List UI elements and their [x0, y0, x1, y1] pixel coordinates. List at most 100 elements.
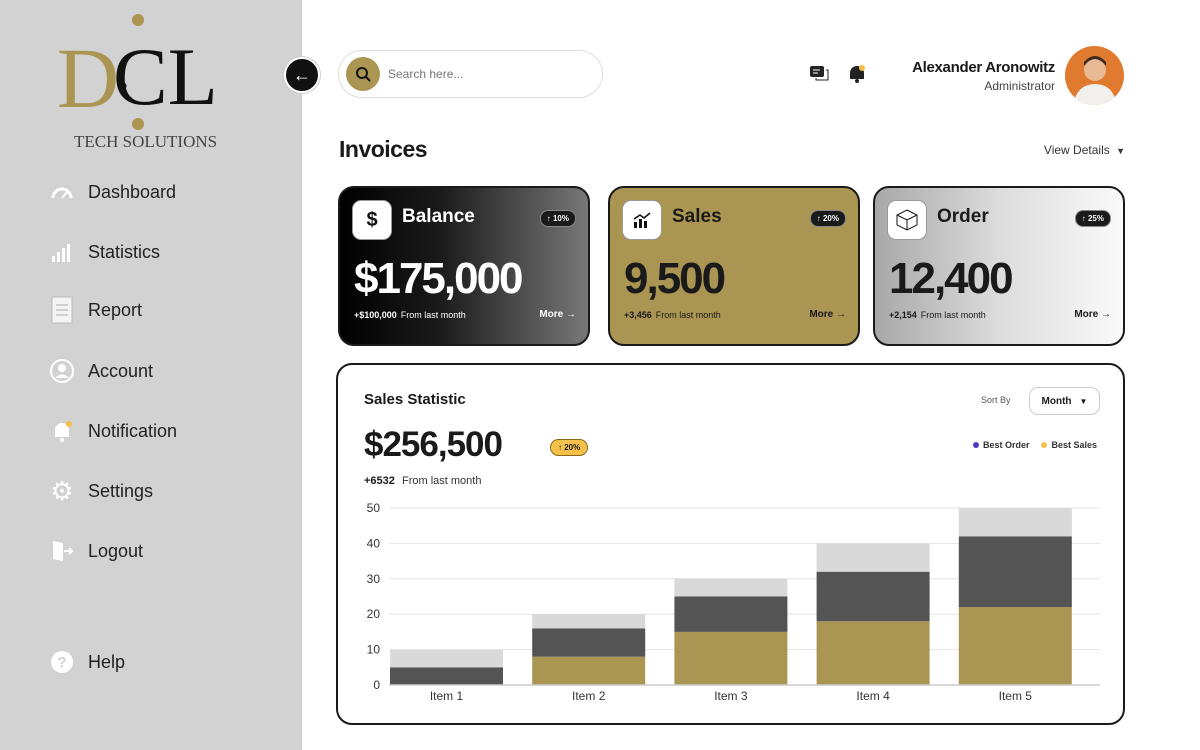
delta-value: +3,456 — [624, 310, 652, 320]
growth-badge: ↑ 20% — [809, 210, 846, 227]
sidebar-item-label: Logout — [88, 540, 144, 561]
more-label: More — [809, 309, 834, 320]
card-title: Sales — [672, 206, 722, 227]
arrow-right-icon: → — [566, 309, 576, 320]
sidebar-item-dashboard[interactable]: Dashboard — [50, 180, 176, 204]
sidebar-item-report[interactable]: Report — [50, 296, 143, 324]
sidebar-item-label: Settings — [88, 480, 154, 501]
sidebar-item-label: Statistics — [88, 241, 161, 262]
x-tick-label: Item 2 — [572, 689, 606, 703]
messages-icon[interactable] — [809, 65, 829, 88]
sidebar-item-notification[interactable]: Notification — [50, 419, 177, 443]
sidebar-item-label: Notification — [88, 420, 178, 441]
sidebar-item-label: Help — [88, 651, 126, 672]
bar-segment — [390, 667, 503, 685]
logo: D CL — [55, 12, 218, 132]
card-value: 12,400 — [889, 254, 1014, 303]
x-tick-label: Item 3 — [714, 689, 748, 703]
user-role: Administrator — [984, 79, 1055, 93]
bar-segment — [958, 607, 1072, 685]
bar-segment — [674, 631, 788, 685]
bar-chart-icon — [50, 240, 74, 264]
bar-segment — [674, 578, 788, 597]
sales-card: Sales ↑ 20% 9,500 +3,456 From last month … — [608, 186, 860, 346]
y-tick-label: 50 — [367, 501, 381, 515]
x-tick-label: Item 4 — [856, 689, 890, 703]
card-value: $175,000 — [354, 254, 524, 303]
badge-value: 20% — [822, 214, 839, 223]
bar-segment — [674, 596, 788, 632]
logo-tagline: TECH SOLUTIONS — [74, 132, 218, 151]
sidebar-item-label: Account — [88, 360, 154, 381]
svg-text:CL: CL — [113, 31, 215, 122]
y-tick-label: 30 — [367, 572, 381, 586]
sidebar-item-label: Dashboard — [88, 181, 177, 202]
collapse-sidebar-button[interactable]: ← — [284, 57, 320, 93]
bar-segment — [816, 571, 930, 622]
more-link[interactable]: More → — [539, 309, 576, 320]
notification-bell-icon[interactable] — [848, 64, 866, 89]
bar-segment — [390, 649, 503, 668]
page-title: Invoices — [339, 136, 428, 162]
svg-text:D: D — [57, 30, 119, 126]
growth-chart-icon — [622, 200, 662, 240]
more-link[interactable]: More → — [1074, 309, 1111, 320]
badge-value: 25% — [1087, 214, 1104, 223]
sidebar-item-settings[interactable]: ⚙ Settings — [50, 475, 154, 506]
arrow-right-icon: → — [836, 309, 846, 320]
stacked-bar-chart: 0 10 20 30 40 50 Item 1 Item 2 Item 3 Item 4 Item … — [367, 501, 1100, 703]
svg-text:?: ? — [57, 654, 66, 671]
sidebar: D CL TECH SOLUTIONS Dashboard Statistics… — [0, 0, 302, 750]
sales-statistic-panel: Sales Statistic Sort By Month ▼ $256,500 … — [336, 363, 1125, 725]
search-icon — [346, 57, 380, 91]
gauge-icon — [50, 180, 74, 204]
bar-segment — [816, 621, 930, 685]
question-icon: ? — [50, 650, 74, 674]
search-input[interactable] — [388, 67, 588, 81]
card-delta: +2,154 From last month — [889, 310, 986, 320]
view-details-dropdown[interactable]: View Details ▼ — [1044, 143, 1125, 157]
bar-segment — [958, 508, 1072, 537]
card-title: Balance — [402, 206, 475, 227]
card-value: 9,500 — [624, 254, 726, 303]
y-tick-label: 20 — [367, 607, 381, 621]
card-title: Order — [937, 206, 989, 227]
arrow-right-icon: → — [1101, 309, 1111, 320]
y-tick-label: 10 — [367, 643, 381, 657]
order-card: Order ↑ 25% 12,400 +2,154 From last month… — [873, 186, 1125, 346]
growth-badge: ↑ 10% — [539, 210, 576, 227]
sidebar-item-account[interactable]: Account — [50, 359, 153, 383]
more-link[interactable]: More → — [809, 309, 846, 320]
card-delta: +3,456 From last month — [624, 310, 721, 320]
sidebar-item-logout[interactable]: Logout — [50, 539, 143, 563]
dollar-icon: $ — [352, 200, 392, 240]
growth-badge: ↑ 25% — [1074, 210, 1111, 227]
x-tick-label: Item 1 — [430, 689, 464, 703]
box-icon — [887, 200, 927, 240]
bar-segment — [532, 614, 646, 629]
sidebar-item-help[interactable]: ? Help — [50, 650, 125, 674]
y-tick-label: 40 — [367, 536, 381, 550]
sidebar-item-statistics[interactable]: Statistics — [50, 240, 160, 264]
card-delta: +$100,000 From last month — [354, 310, 466, 320]
sidebar-item-label: Report — [88, 299, 143, 320]
delta-label: From last month — [920, 310, 986, 320]
delta-label: From last month — [400, 310, 466, 320]
arrow-left-icon: ← — [293, 64, 311, 85]
bar-segment — [816, 543, 930, 572]
search-bar[interactable] — [338, 50, 603, 98]
delta-value: +$100,000 — [354, 310, 397, 320]
avatar[interactable] — [1065, 46, 1124, 105]
bar-segment — [958, 536, 1072, 608]
gear-icon: ⚙ — [50, 475, 74, 506]
more-label: More — [1074, 309, 1099, 320]
door-exit-icon — [50, 539, 74, 563]
x-tick-label: Item 5 — [999, 689, 1033, 703]
bar-segment — [532, 628, 646, 657]
badge-value: 10% — [552, 214, 569, 223]
view-details-label: View Details — [1043, 143, 1110, 157]
balance-card: $ Balance ↑ 10% $175,000 +$100,000 From l… — [338, 186, 590, 346]
bar-segment — [532, 656, 646, 685]
more-label: More — [539, 309, 564, 320]
document-icon — [50, 296, 74, 324]
